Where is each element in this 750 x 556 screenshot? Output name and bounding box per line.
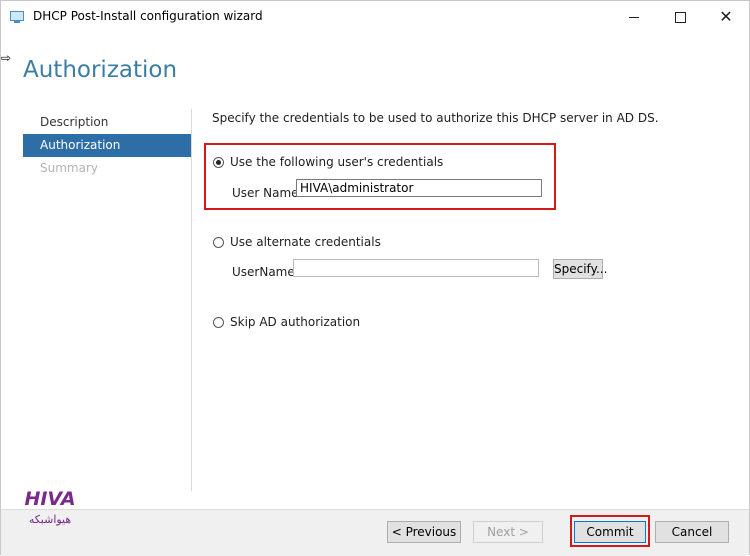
svg-text:هیواشبکه: هیواشبکه bbox=[29, 513, 72, 526]
radio-skip-ad-authorization[interactable]: Skip AD authorization bbox=[213, 315, 360, 329]
highlight-box-commit bbox=[570, 515, 650, 547]
svg-text:HIVA: HIVA bbox=[24, 488, 75, 510]
nav-divider bbox=[191, 109, 192, 491]
wizard-window: DHCP Post-Install configuration wizard ✕… bbox=[0, 0, 750, 556]
username-field[interactable]: HIVA\administrator bbox=[296, 179, 542, 197]
next-button: Next > bbox=[473, 521, 543, 543]
nav-item-description[interactable]: Description bbox=[23, 111, 191, 134]
specify-button[interactable]: Specify... bbox=[553, 259, 607, 279]
radio-label: Skip AD authorization bbox=[230, 315, 361, 329]
radio-unselected-icon[interactable] bbox=[213, 316, 224, 328]
previous-button[interactable]: < Previous bbox=[387, 521, 461, 543]
intro-text: Specify the credentials to be used to au… bbox=[212, 111, 659, 125]
radio-alternate-credentials[interactable]: Use alternate credentials bbox=[213, 235, 381, 249]
nav-item-summary: Summary bbox=[40, 161, 98, 175]
minimize-button[interactable] bbox=[611, 1, 657, 33]
radio-label: Use the following user's credentials bbox=[230, 155, 444, 169]
window-title: DHCP Post-Install configuration wizard bbox=[33, 9, 263, 23]
close-button[interactable]: ✕ bbox=[703, 1, 749, 33]
radio-use-current-credentials[interactable]: Use the following user's credentials bbox=[213, 155, 443, 169]
server-manager-icon bbox=[10, 11, 24, 23]
cancel-button[interactable]: Cancel bbox=[655, 521, 729, 543]
radio-unselected-icon[interactable] bbox=[213, 236, 224, 248]
hiva-logo: HIVA هیواشبکه bbox=[24, 488, 75, 526]
radio-selected-icon[interactable] bbox=[213, 156, 224, 168]
wizard-nav: Description Authorization Summary bbox=[23, 111, 191, 180]
alt-username-label: UserName: bbox=[232, 265, 299, 279]
nav-item-authorization[interactable]: Authorization bbox=[23, 134, 191, 157]
alt-username-field[interactable] bbox=[293, 259, 539, 277]
maximize-button[interactable] bbox=[657, 1, 703, 33]
mouse-cursor-icon: ⇨ bbox=[1, 51, 12, 65]
minimize-icon bbox=[629, 16, 639, 18]
page-title: Authorization bbox=[23, 57, 178, 83]
title-bar: DHCP Post-Install configuration wizard ✕ bbox=[1, 1, 749, 33]
username-label: User Name: bbox=[232, 186, 303, 200]
radio-label: Use alternate credentials bbox=[230, 235, 381, 249]
close-icon: ✕ bbox=[719, 7, 733, 26]
maximize-icon bbox=[674, 11, 686, 23]
